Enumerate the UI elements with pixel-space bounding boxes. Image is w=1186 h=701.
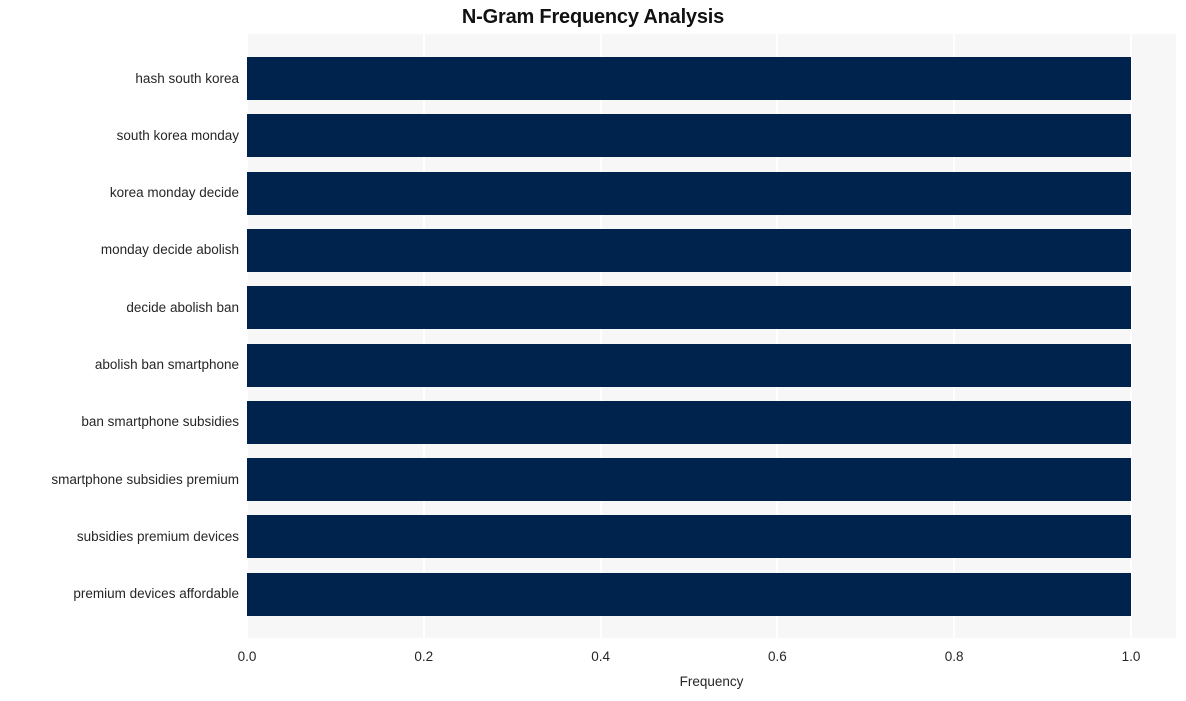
bar [247,228,1131,272]
y-axis-tick-label: korea monday decide [109,185,239,201]
bar [247,343,1131,387]
y-axis-tick-label: monday decide abolish [100,242,239,258]
bar [247,286,1131,330]
chart-title: N-Gram Frequency Analysis [461,6,725,28]
plot-area [247,34,1176,638]
x-axis-tick-label: 1.0 [1121,649,1141,664]
bar [247,515,1131,559]
chart-figure: N-Gram Frequency Analysis hash south kor… [0,0,1186,701]
y-axis-tick-label: smartphone subsidies premium [51,471,239,487]
x-axis-tick-labels: 0.0 0.2 0.4 0.6 0.8 1.0 [238,648,1176,666]
x-axis-tick-label: 0.2 [414,649,434,664]
x-axis-tick-label: 0.0 [237,649,257,664]
y-axis-tick-label: decide abolish ban [126,299,239,315]
x-axis-tick-label: 0.6 [768,649,787,664]
y-axis-tick-label: premium devices affordable [73,586,239,602]
y-axis-tick-labels: hash south korea south korea monday korea … [0,34,239,638]
y-axis-tick-label: south korea monday [116,127,239,143]
bar [247,57,1131,100]
bar [247,458,1131,502]
y-axis-tick-label: ban smartphone subsidies [81,414,239,430]
x-axis-tick-label: 0.4 [591,649,610,664]
y-axis-tick-label: subsidies premium devices [76,528,239,544]
x-axis-title: Frequency [679,674,744,689]
x-axis-tick-label: 0.8 [944,649,964,664]
bar [247,171,1131,215]
y-axis-tick-label: abolish ban smartphone [94,357,239,372]
bar [247,400,1131,444]
y-axis-tick-label: hash south korea [135,70,239,86]
bar [247,572,1131,616]
bar-series [247,34,1176,638]
bar [247,114,1131,158]
